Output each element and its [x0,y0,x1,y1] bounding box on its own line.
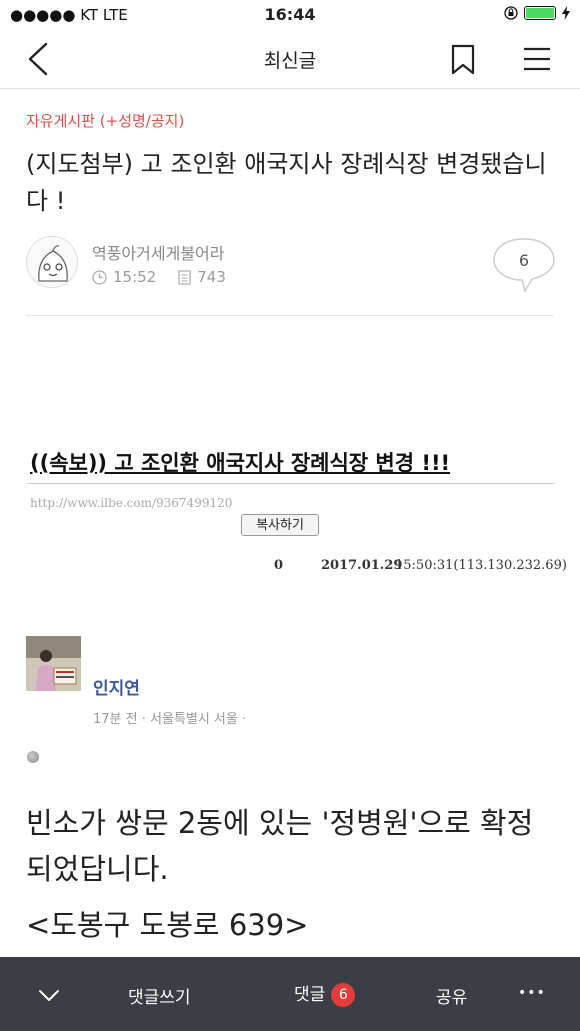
collapse-chevron-down-icon[interactable] [38,989,60,1003]
recommend-count: 0 [274,558,284,573]
view-count: 743 [197,268,226,286]
content-divider [28,483,554,484]
breaking-headline: ((속보)) 고 조인환 애국지사 장례식장 변경 !!! [30,451,451,475]
comment-count: 6 [518,251,530,270]
page-title: 최신글 [263,50,317,72]
author-name[interactable]: 역풍아거세게불어라 [92,240,224,264]
post-time: 15:52 [113,268,157,286]
post-title: (지도첨부) 고 조인환 애국지사 장례식장 변경됐습니다 ! [26,150,547,215]
comment-count-button[interactable]: 6 [493,237,555,293]
write-comment-button[interactable]: 댓글쓰기 [128,983,191,1008]
fb-post-body: 빈소가 쌍문 2동에 있는 '정병원'으로 확정되었답니다. [26,806,534,886]
comments-button[interactable]: 댓글 6 [294,980,356,1007]
top-navbar: 최신글 [0,30,580,89]
comments-badge: 6 [331,983,356,1007]
status-bar: ●●●●● KT LTE 16:44 [0,0,580,30]
more-options-icon[interactable]: ••• [518,985,546,1001]
poster-name[interactable]: 인지연 [93,674,140,699]
bottom-action-bar: 댓글쓰기 댓글 6 공유 ••• [0,957,580,1031]
copy-url-button[interactable]: 복사하기 [241,514,319,536]
post-url: http://www.ilbe.com/9367499120 [30,496,233,510]
post-time-ip: 15:50:31(113.130.232.69) [395,558,567,573]
orientation-lock-icon [504,6,518,20]
clock: 16:44 [264,5,316,24]
battery-icon [524,6,556,20]
comments-label: 댓글 [294,985,326,1005]
header-divider [26,315,554,316]
post-meta: 15:52 743 [92,268,226,286]
author-avatar[interactable] [26,236,78,288]
post-date: 2017.01.29 [321,558,403,573]
board-category-link[interactable]: 자유게시판 (+성명/공지) [26,110,184,131]
author-row: 역풍아거세게불어라 15:52 743 6 [26,236,556,293]
poster-meta: 17분 전 · 서울특별시 서울 · [93,712,247,727]
profile-photo[interactable] [26,636,81,691]
clock-icon [92,269,107,285]
bookmark-icon[interactable] [450,44,476,76]
avatar-character-icon [38,245,68,282]
public-globe-icon [27,751,39,763]
profile-photo-image [26,636,81,691]
status-icons [504,6,570,20]
charging-icon [562,6,570,20]
hamburger-menu-icon[interactable] [522,46,552,72]
fb-post-address: <도봉구 도봉로 639> [26,908,309,942]
views-icon [178,269,191,285]
share-button[interactable]: 공유 [436,983,467,1008]
